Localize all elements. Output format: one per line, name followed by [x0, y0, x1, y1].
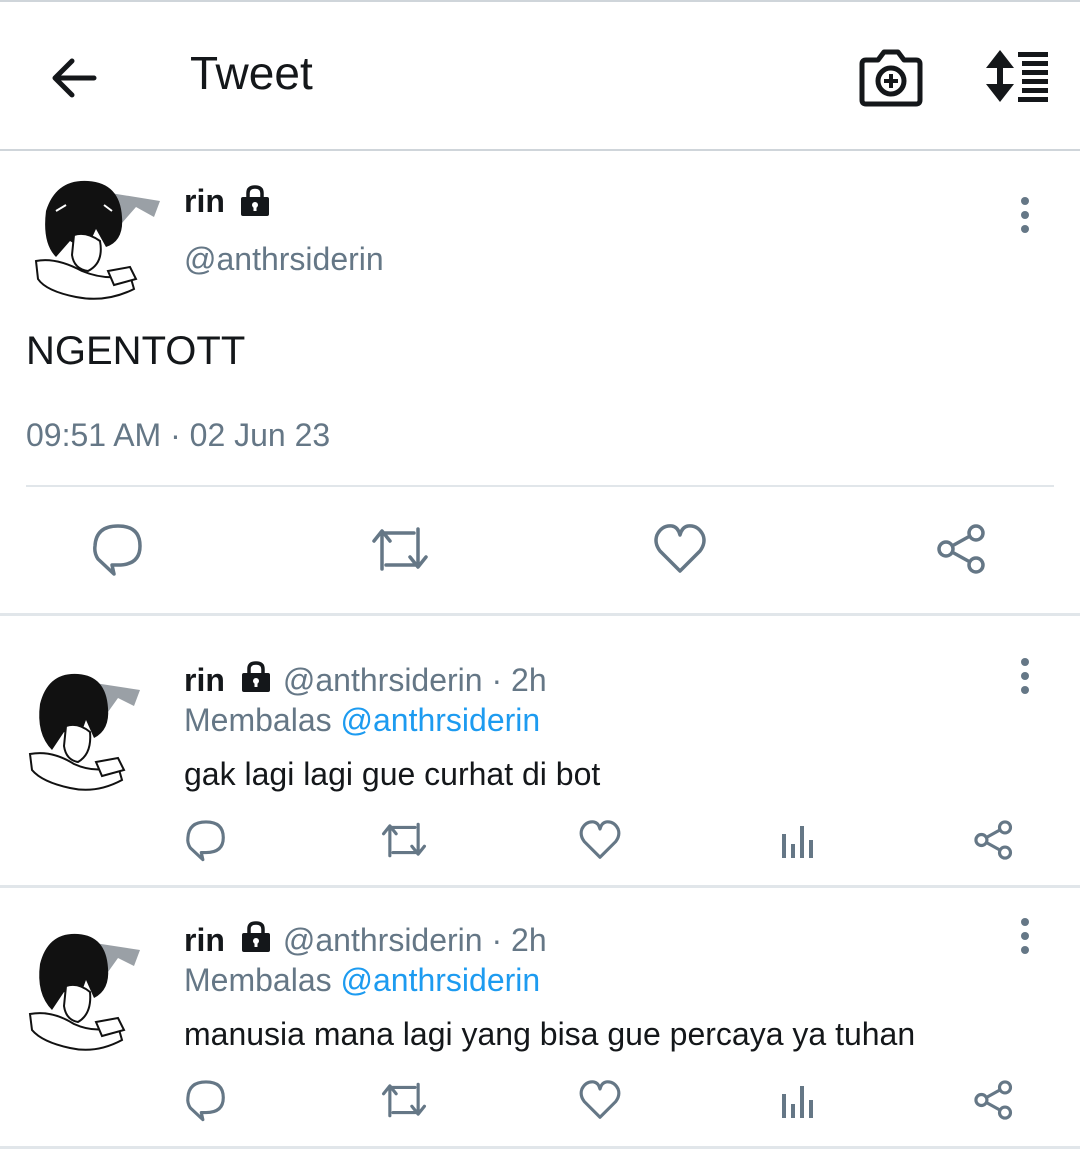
- retweet-icon[interactable]: [380, 1078, 426, 1122]
- author-name[interactable]: rin: [184, 922, 225, 958]
- tweet-text: NGENTOTT: [26, 329, 246, 373]
- author-name[interactable]: rin: [184, 183, 225, 220]
- divider: [26, 485, 1054, 487]
- avatar[interactable]: [26, 171, 160, 305]
- reply-icon[interactable]: [90, 521, 146, 577]
- retweet-icon[interactable]: [380, 818, 426, 862]
- share-icon[interactable]: [972, 1078, 1016, 1122]
- reply-text: manusia mana lagi yang bisa gue percaya …: [184, 1016, 916, 1052]
- analytics-icon[interactable]: [776, 818, 820, 862]
- back-arrow-icon[interactable]: [44, 48, 104, 108]
- reply-meta: rin @anthrsiderin · 2h: [184, 660, 547, 699]
- replying-to: Membalas @anthrsiderin: [184, 702, 540, 739]
- retweet-icon[interactable]: [370, 521, 428, 577]
- author-handle[interactable]: @anthrsiderin: [184, 241, 384, 278]
- like-icon[interactable]: [578, 1078, 622, 1122]
- replying-to-link[interactable]: @anthrsiderin: [341, 702, 541, 738]
- analytics-icon[interactable]: [776, 1078, 820, 1122]
- like-icon[interactable]: [652, 521, 708, 577]
- author-name[interactable]: rin: [184, 662, 225, 698]
- camera-add-icon[interactable]: [858, 46, 924, 108]
- avatar[interactable]: [26, 666, 140, 798]
- avatar[interactable]: [26, 926, 140, 1058]
- main-tweet: rin @anthrsiderin NGENTOTT 09:51 AM · 02…: [0, 151, 1080, 616]
- page-title: Tweet: [190, 47, 313, 99]
- more-options-icon[interactable]: [1010, 195, 1040, 235]
- replying-to: Membalas @anthrsiderin: [184, 962, 540, 999]
- lock-icon: [239, 920, 273, 954]
- replying-to-link[interactable]: @anthrsiderin: [341, 962, 541, 998]
- app-bar: Tweet: [0, 2, 1080, 151]
- like-icon[interactable]: [578, 818, 622, 862]
- share-icon[interactable]: [934, 521, 990, 577]
- author-handle-time[interactable]: @anthrsiderin · 2h: [283, 922, 547, 958]
- lock-icon: [239, 660, 273, 694]
- replying-label: Membalas: [184, 702, 332, 738]
- reply-icon[interactable]: [184, 818, 228, 862]
- reply-meta: rin @anthrsiderin · 2h: [184, 920, 547, 959]
- reply-tweet[interactable]: rin @anthrsiderin · 2h Membalas @anthrsid…: [0, 650, 1080, 888]
- reply-tweet[interactable]: rin @anthrsiderin · 2h Membalas @anthrsid…: [0, 910, 1080, 1149]
- sort-order-icon[interactable]: [980, 48, 1052, 104]
- reply-text: gak lagi lagi gue curhat di bot: [184, 756, 601, 792]
- tweet-timestamp: 09:51 AM · 02 Jun 23: [26, 417, 331, 453]
- more-options-icon[interactable]: [1010, 656, 1040, 696]
- more-options-icon[interactable]: [1010, 916, 1040, 956]
- reply-icon[interactable]: [184, 1078, 228, 1122]
- lock-icon: [238, 184, 272, 218]
- replying-label: Membalas: [184, 962, 332, 998]
- share-icon[interactable]: [972, 818, 1016, 862]
- author-handle-time[interactable]: @anthrsiderin · 2h: [283, 662, 547, 698]
